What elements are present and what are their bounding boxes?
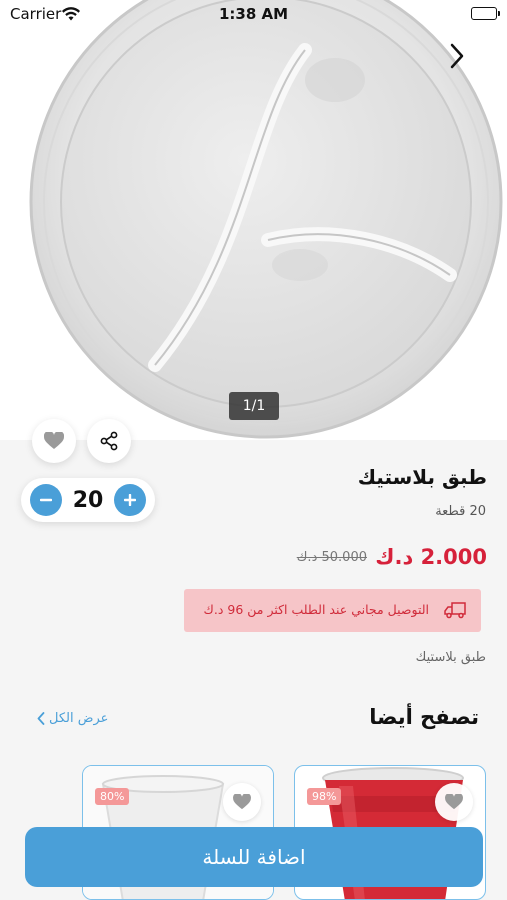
heart-icon — [44, 432, 64, 449]
add-to-cart-label: اضافة للسلة — [202, 845, 306, 869]
increase-quantity-button[interactable] — [114, 484, 146, 516]
product-pieces: 20 قطعة — [435, 504, 486, 519]
heart-icon — [233, 794, 251, 810]
image-pager: 1/1 — [229, 392, 279, 420]
minus-icon — [40, 498, 52, 502]
battery-icon — [471, 7, 500, 20]
decrease-quantity-button[interactable] — [30, 484, 62, 516]
view-all-link[interactable]: عرض الكل — [37, 711, 108, 726]
clock: 1:38 AM — [218, 5, 289, 23]
add-to-cart-button[interactable]: اضافة للسلة — [25, 827, 483, 887]
next-image-button[interactable] — [437, 36, 477, 76]
truck-icon — [443, 601, 467, 623]
discount-badge: 98% — [307, 788, 342, 805]
product-description: طبق بلاستيك — [415, 650, 486, 665]
plate-image — [29, 0, 503, 439]
card-favorite-button[interactable] — [435, 783, 473, 821]
chevron-right-icon — [450, 43, 464, 69]
favorite-button[interactable] — [32, 419, 76, 463]
delivery-text: التوصيل مجاني عند الطلب اكثر من 96 د.ك — [203, 602, 429, 617]
plus-icon — [124, 494, 136, 506]
old-price: 50.000 د.ك — [296, 550, 367, 565]
quantity-stepper: 20 — [21, 478, 155, 522]
discount-badge: 80% — [95, 788, 130, 805]
share-icon — [100, 431, 118, 451]
heart-icon — [445, 794, 463, 810]
current-price: 2.000 د.ك — [375, 545, 487, 569]
related-section-title: تصفح أيضا — [369, 705, 479, 729]
product-image-gallery[interactable]: 1/1 — [0, 0, 507, 440]
share-button[interactable] — [87, 419, 131, 463]
free-delivery-notice: التوصيل مجاني عند الطلب اكثر من 96 د.ك — [184, 589, 481, 632]
chevron-left-icon — [37, 712, 45, 725]
quantity-value: 20 — [72, 488, 104, 513]
product-title: طبق بلاستيك — [357, 465, 487, 489]
view-all-label: عرض الكل — [49, 711, 109, 726]
card-favorite-button[interactable] — [223, 783, 261, 821]
status-bar: Carrier 1:38 AM — [0, 0, 507, 28]
